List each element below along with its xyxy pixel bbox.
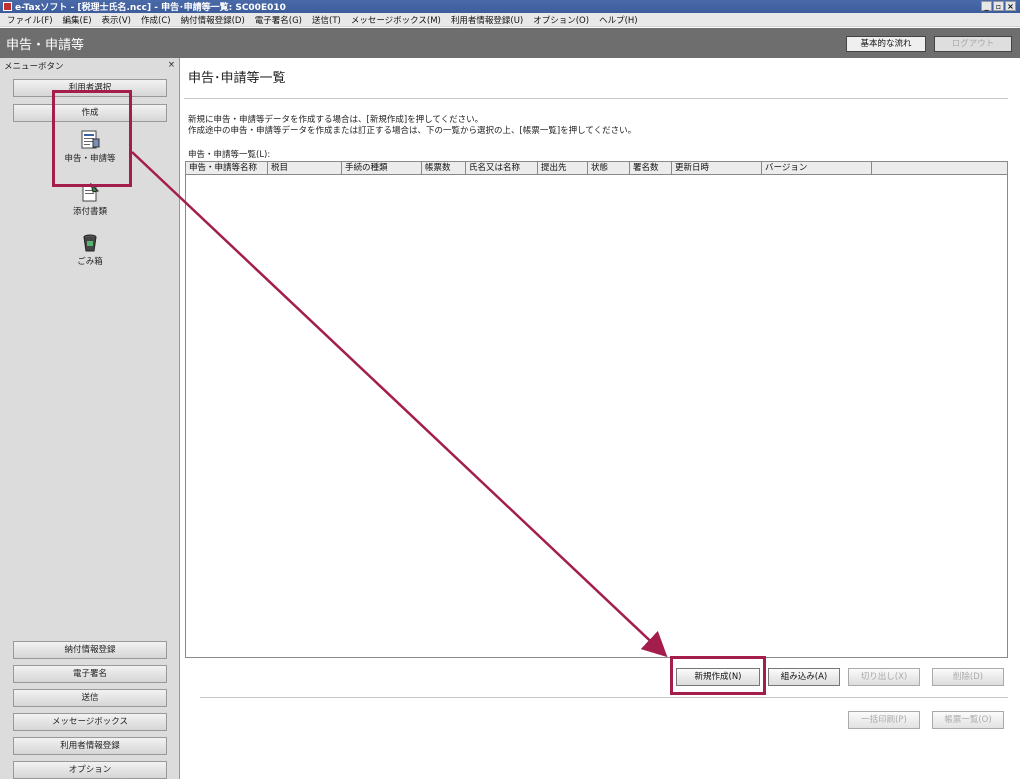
declaration-list-label: 申告・申請等一覧(L): bbox=[188, 150, 271, 160]
menu-signature[interactable]: 電子署名(G) bbox=[250, 14, 307, 26]
window-title: e-Taxソフト - [税理士氏名.ncc] - 申告･申請等一覧: SC00E… bbox=[15, 3, 286, 13]
sidebar-item-attachment[interactable]: 添付書類 bbox=[50, 183, 130, 217]
menu-file[interactable]: ファイル(F) bbox=[2, 14, 58, 26]
sidebar-tab-create[interactable]: 作成 bbox=[13, 104, 167, 122]
restore-button[interactable]: ▫ bbox=[993, 1, 1004, 11]
app-header: 申告・申請等 基本的な流れ ログアウト bbox=[0, 28, 1020, 58]
declaration-document-icon bbox=[81, 130, 100, 149]
column-header-filler bbox=[872, 162, 1007, 174]
column-header-signature-count[interactable]: 署名数 bbox=[630, 162, 672, 174]
title-divider bbox=[184, 98, 1008, 99]
column-header-updated[interactable]: 更新日時 bbox=[672, 162, 762, 174]
window-titlebar: e-Taxソフト - [税理士氏名.ncc] - 申告･申請等一覧: SC00E… bbox=[0, 0, 1020, 13]
menu-edit[interactable]: 編集(E) bbox=[58, 14, 97, 26]
sidebar-tab-user-info[interactable]: 利用者情報登録 bbox=[13, 737, 167, 755]
sidebar-item-declaration[interactable]: 申告・申請等 bbox=[50, 130, 130, 164]
column-header-procedure[interactable]: 手続の種類 bbox=[342, 162, 422, 174]
instruction-line-2: 作成途中の申告・申請等データを作成または訂正する場合は、下の一覧から選択の上、[… bbox=[188, 126, 637, 136]
table-header: 申告・申請等名称 税目 手続の種類 帳票数 氏名又は名称 提出先 状態 署名数 … bbox=[186, 162, 1007, 175]
import-button[interactable]: 組み込み(A) bbox=[768, 668, 840, 686]
window-controls: _ ▫ × bbox=[981, 1, 1016, 11]
menu-help[interactable]: ヘルプ(H) bbox=[594, 14, 643, 26]
menu-send[interactable]: 送信(T) bbox=[307, 14, 346, 26]
app-section-title: 申告・申請等 bbox=[6, 37, 85, 53]
sidebar-close-icon[interactable]: × bbox=[168, 60, 175, 70]
column-header-person-name[interactable]: 氏名又は名称 bbox=[466, 162, 538, 174]
sidebar-item-declaration-label: 申告・申請等 bbox=[64, 154, 116, 164]
app-icon bbox=[3, 2, 12, 11]
menu-payment[interactable]: 納付情報登録(D) bbox=[176, 14, 250, 26]
sidebar-item-trash-label: ごみ箱 bbox=[77, 257, 103, 267]
declaration-list-table[interactable]: 申告・申請等名称 税目 手続の種類 帳票数 氏名又は名称 提出先 状態 署名数 … bbox=[185, 161, 1008, 658]
sidebar-tab-options[interactable]: オプション bbox=[13, 761, 167, 779]
sidebar-tab-send[interactable]: 送信 bbox=[13, 689, 167, 707]
trash-bin-icon bbox=[83, 234, 97, 252]
menubar: ファイル(F) 編集(E) 表示(V) 作成(C) 納付情報登録(D) 電子署名… bbox=[0, 13, 1020, 27]
column-header-version[interactable]: バージョン bbox=[762, 162, 872, 174]
attachment-document-icon bbox=[82, 183, 100, 202]
menu-view[interactable]: 表示(V) bbox=[97, 14, 136, 26]
sidebar-tab-signature[interactable]: 電子署名 bbox=[13, 665, 167, 683]
button-divider bbox=[200, 697, 1008, 698]
column-header-status[interactable]: 状態 bbox=[588, 162, 630, 174]
sidebar-header-label: メニューボタン bbox=[4, 62, 64, 72]
menu-user-info[interactable]: 利用者情報登録(U) bbox=[446, 14, 528, 26]
sidebar-tab-messagebox[interactable]: メッセージボックス bbox=[13, 713, 167, 731]
close-button[interactable]: × bbox=[1005, 1, 1016, 11]
page-title: 申告･申請等一覧 bbox=[188, 71, 286, 86]
sidebar-header: メニューボタン × bbox=[0, 58, 179, 72]
sidebar-tab-user-select[interactable]: 利用者選択 bbox=[13, 79, 167, 97]
sidebar-item-attachment-label: 添付書類 bbox=[72, 207, 107, 217]
batch-print-button[interactable]: 一括印刷(P) bbox=[848, 711, 920, 729]
minimize-button[interactable]: _ bbox=[981, 1, 992, 11]
column-header-form-count[interactable]: 帳票数 bbox=[422, 162, 466, 174]
sidebar-tab-payment[interactable]: 納付情報登録 bbox=[13, 641, 167, 659]
column-header-name[interactable]: 申告・申請等名称 bbox=[186, 162, 268, 174]
new-create-button[interactable]: 新規作成(N) bbox=[676, 668, 760, 686]
column-header-tax-item[interactable]: 税目 bbox=[268, 162, 342, 174]
logout-button[interactable]: ログアウト bbox=[934, 36, 1012, 52]
form-list-button[interactable]: 帳票一覧(O) bbox=[932, 711, 1004, 729]
menu-messagebox[interactable]: メッセージボックス(M) bbox=[346, 14, 446, 26]
column-header-destination[interactable]: 提出先 bbox=[538, 162, 588, 174]
delete-button[interactable]: 削除(D) bbox=[932, 668, 1004, 686]
sidebar-item-trash[interactable]: ごみ箱 bbox=[50, 233, 130, 267]
menu-create[interactable]: 作成(C) bbox=[136, 14, 176, 26]
menu-options[interactable]: オプション(O) bbox=[528, 14, 594, 26]
export-button[interactable]: 切り出し(X) bbox=[848, 668, 920, 686]
basic-flow-button[interactable]: 基本的な流れ bbox=[846, 36, 926, 52]
